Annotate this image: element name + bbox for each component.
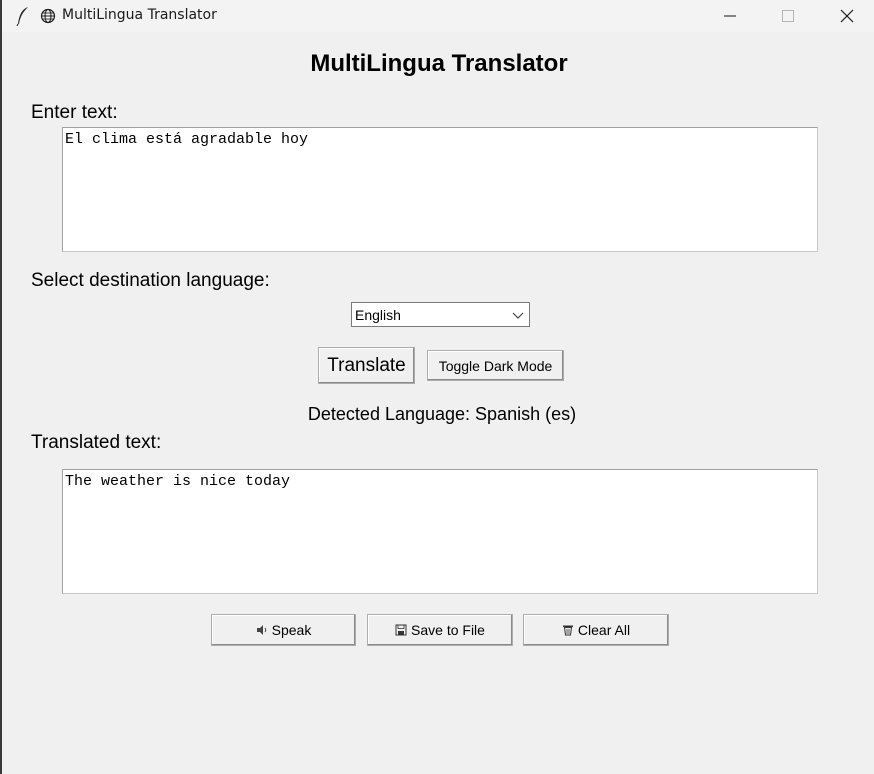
floppy-disk-icon [395, 624, 407, 636]
close-icon [840, 9, 854, 23]
close-button[interactable] [824, 0, 870, 32]
minimize-button[interactable] [707, 0, 753, 32]
maximize-button[interactable] [765, 0, 811, 32]
clear-label: Clear All [577, 622, 631, 638]
speak-label: Speak [271, 622, 312, 638]
maximize-icon [782, 10, 794, 22]
app-heading: MultiLingua Translator [310, 50, 568, 77]
title-bar[interactable]: MultiLingua Translator [2, 0, 874, 32]
wastebasket-icon [562, 625, 573, 636]
window-title: MultiLingua Translator [62, 7, 217, 23]
output-label: Translated text: [31, 432, 162, 453]
detected-language: Detected Language: Spanish (es) [307, 404, 577, 424]
save-to-file-button[interactable]: Save to File [367, 614, 513, 646]
chevron-down-icon [512, 312, 524, 319]
output-textbox[interactable]: The weather is nice today [62, 469, 818, 594]
speaker-icon [256, 625, 266, 635]
translate-button[interactable]: Translate [318, 347, 415, 384]
app-window: MultiLingua Translator MultiLingua Trans… [2, 0, 874, 774]
language-select[interactable]: English [351, 302, 530, 327]
input-textbox[interactable]: El clima está agradable hoy [62, 127, 818, 252]
language-select-value: English [355, 307, 401, 323]
save-label: Save to File [411, 622, 485, 638]
globe-icon [40, 8, 56, 24]
input-label: Enter text: [31, 102, 118, 123]
clear-all-button[interactable]: Clear All [523, 614, 669, 646]
speak-button[interactable]: Speak [211, 614, 356, 646]
minimize-icon [724, 15, 736, 17]
language-label: Select destination language: [31, 270, 270, 291]
toggle-dark-mode-button[interactable]: Toggle Dark Mode [427, 350, 564, 381]
feather-icon [16, 7, 28, 26]
